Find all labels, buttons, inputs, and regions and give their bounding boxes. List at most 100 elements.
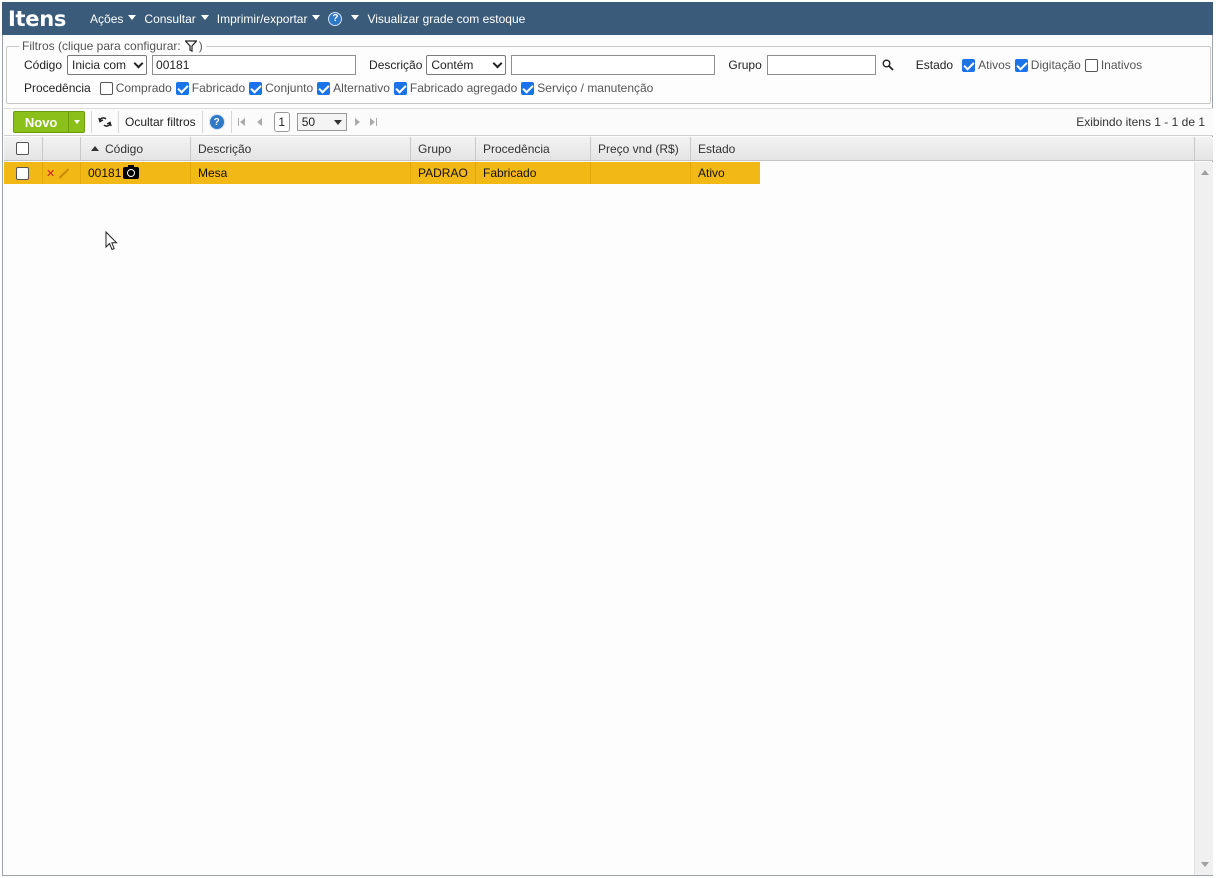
row-select-cell [4,162,43,184]
menu-consultar[interactable]: Consultar [144,12,209,26]
col-estado[interactable]: Estado [691,137,1195,160]
filters-row-2: Procedência Comprado Fabricado Conjunto … [24,81,653,95]
proc-servico[interactable]: Serviço / manutenção [521,81,653,95]
proc-conjunto[interactable]: Conjunto [249,81,313,95]
first-page-arrow [239,118,245,126]
next-page-icon[interactable] [354,118,360,126]
filters-legend[interactable]: Filtros (clique para configurar: ) [19,39,206,53]
codigo-mode-select[interactable]: Inicia com [67,55,148,75]
checkbox-servico[interactable] [521,81,535,95]
estado-label: Estado [915,58,954,72]
checkbox-fabricado-agregado[interactable] [393,81,407,95]
proc-fabricado[interactable]: Fabricado [175,81,246,95]
scroll-down-icon[interactable] [1201,862,1209,867]
checkbox-digitacao[interactable] [1014,58,1028,72]
cell-estado: Ativo [698,166,725,180]
filters-panel: Filtros (clique para configurar: ) Códig… [6,39,1211,104]
sort-asc-icon [91,146,99,151]
cell-procedencia: Fabricado [476,162,591,184]
estado-digitacao[interactable]: Digitação [1014,58,1081,72]
divider [230,111,232,133]
proc-fabricado-agregado-label: Fabricado agregado [409,81,518,95]
col-codigo-label: Código [105,141,144,156]
menu-acoes-label: Ações [90,11,124,26]
proc-alternativo[interactable]: Alternativo [317,81,390,95]
magnifier-icon[interactable] [882,59,894,71]
col-preco[interactable]: Preço vnd (R$) [591,137,691,160]
checkbox-alternativo[interactable] [317,81,331,95]
first-page-button[interactable] [237,118,245,126]
estado-ativos[interactable]: Ativos [962,58,1011,72]
codigo-input[interactable]: 00181 [152,55,357,75]
col-procedencia[interactable]: Procedência [476,137,591,160]
prev-page-icon[interactable] [256,118,262,126]
ocultar-filtros-button[interactable]: Ocultar filtros [125,115,196,129]
checkbox-comprado[interactable] [99,81,113,95]
menu-acoes[interactable]: Ações [90,11,137,26]
caret-down-icon [73,120,80,124]
codigo-mode-value: Inicia com [72,58,127,72]
checkbox-fabricado[interactable] [175,81,189,95]
divider [118,111,119,133]
novo-button-label: Novo [24,114,58,130]
last-page-button[interactable] [369,118,377,126]
funnel-icon[interactable] [184,40,197,52]
checkbox-conjunto[interactable] [249,81,263,95]
link-visualizar-grade[interactable]: Visualizar grade com estoque [367,12,525,26]
page-size-value: 50 [301,115,316,129]
filters-legend-text: Filtros (clique para configurar: [22,39,181,53]
procedencia-label: Procedência [24,81,91,95]
estado-inativos[interactable]: Inativos [1084,58,1143,72]
showing-count: Exibindo itens 1 - 1 de 1 [1076,115,1205,129]
cell-preco [591,162,691,184]
cell-codigo-value: 00181 [88,166,122,180]
grupo-label: Grupo [728,58,762,72]
camera-icon[interactable] [123,165,140,179]
proc-fabricado-agregado[interactable]: Fabricado agregado [393,81,518,95]
row-actions: ✕ [43,162,81,184]
grupo-input[interactable] [766,55,876,75]
delete-x-icon[interactable]: ✕ [46,167,55,180]
cell-descricao: Mesa [191,162,411,184]
proc-comprado-label: Comprado [115,81,172,95]
page-size-select[interactable]: 50 [296,113,347,131]
estado-digitacao-label: Digitação [1030,58,1081,72]
estado-inativos-label: Inativos [1100,58,1143,72]
menu-help[interactable]: ? [328,11,360,26]
checkbox-ativos[interactable] [962,58,976,72]
novo-dropdown[interactable] [68,112,84,132]
menu-imprimir-label: Imprimir/exportar [216,11,308,26]
checkbox-inativos[interactable] [1084,58,1098,72]
codigo-label: Código [24,58,63,72]
col-codigo[interactable]: Código [81,137,191,160]
refresh-icon[interactable] [98,116,112,128]
table-row[interactable]: ✕ 00181 Mesa PADRAO Fabricado Ativo [4,162,760,184]
help-icon[interactable]: ? [208,114,225,130]
select-all-cell [4,137,43,160]
divider [201,111,203,133]
col-grupo[interactable]: Grupo [411,137,476,160]
novo-button[interactable]: Novo [13,111,85,133]
row-checkbox[interactable] [16,166,29,180]
proc-servico-label: Serviço / manutenção [537,81,654,95]
caret-down-icon [333,119,342,125]
scroll-up-icon[interactable] [1201,170,1209,175]
top-header: Itens Ações Consultar Imprimir/exportar … [2,2,1213,35]
last-page-arrow [369,118,375,126]
mouse-cursor-icon [105,231,118,251]
vertical-scrollbar[interactable] [1194,162,1213,875]
descricao-input[interactable] [511,55,716,75]
descricao-mode-value: Contém [431,58,474,72]
select-all-checkbox[interactable] [16,142,29,155]
grid-toolbar: Novo Ocultar filtros ? 1 50 Exibindo ite… [4,108,1213,136]
filters-legend-close: ) [198,39,203,53]
menu-imprimir-exportar[interactable]: Imprimir/exportar [217,12,321,26]
grid-header: Código Descrição Grupo Procedência Preço… [4,137,1213,161]
descricao-mode-select[interactable]: Contém [426,55,507,75]
edit-pencil-icon[interactable] [58,167,70,179]
proc-comprado[interactable]: Comprado [99,81,172,95]
current-page-input[interactable]: 1 [273,112,290,132]
estado-ativos-label: Ativos [978,58,1011,72]
proc-fabricado-label: Fabricado [191,81,246,95]
col-descricao[interactable]: Descrição [191,137,411,160]
